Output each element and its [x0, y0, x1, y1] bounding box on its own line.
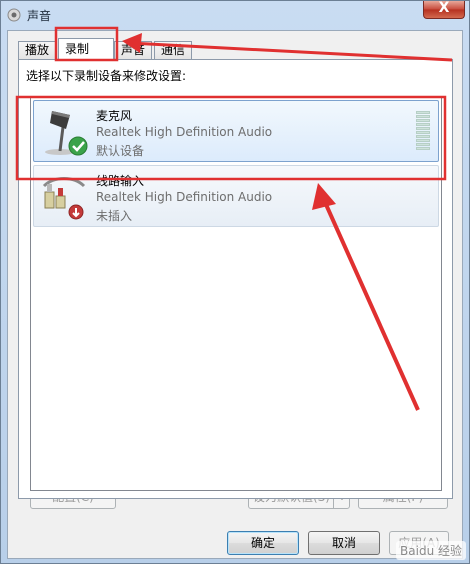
title-bar: 声音 X	[1, 0, 471, 29]
device-status: 默认设备	[96, 144, 145, 158]
recording-panel: 选择以下录制设备来修改设置: 麦克风 Realtek High Definiti…	[18, 59, 453, 499]
tab-playback[interactable]: 播放	[18, 41, 57, 59]
close-button[interactable]: X	[423, 0, 465, 19]
microphone-icon	[45, 111, 88, 156]
device-name: 麦克风	[96, 109, 133, 123]
audio-jack-icon	[42, 177, 86, 220]
cancel-button[interactable]: 取消	[308, 531, 380, 555]
speaker-icon	[7, 8, 21, 22]
instruction-text: 选择以下录制设备来修改设置:	[26, 69, 187, 83]
window-title: 声音	[27, 9, 52, 23]
tab-sounds[interactable]: 声音	[114, 41, 153, 59]
level-meter	[416, 111, 430, 151]
tab-recording[interactable]: 录制	[58, 38, 114, 61]
device-list: 麦克风 Realtek High Definition Audio 默认设备 线…	[30, 96, 442, 491]
device-item-microphone[interactable]: 麦克风 Realtek High Definition Audio 默认设备	[33, 100, 439, 162]
device-driver: Realtek High Definition Audio	[96, 190, 273, 204]
device-name: 线路输入	[96, 174, 145, 188]
device-driver: Realtek High Definition Audio	[96, 125, 273, 139]
dialog-body: 播放 录制 声音 通信 选择以下录制设备来修改设置: 麦克风 Realtek H…	[7, 30, 463, 559]
close-icon: X	[438, 0, 450, 16]
sound-dialog: 声音 X 播放 录制 声音 通信 选择以下录制设备来修改设置: 麦克风 Real…	[0, 0, 470, 564]
tab-communications[interactable]: 通信	[154, 41, 193, 59]
check-icon	[68, 136, 88, 156]
watermark: Baidu 经验	[396, 541, 466, 560]
device-status: 未插入	[96, 209, 133, 223]
device-item-line-in[interactable]: 线路输入 Realtek High Definition Audio 未插入	[33, 165, 439, 227]
ok-button[interactable]: 确定	[227, 531, 299, 555]
